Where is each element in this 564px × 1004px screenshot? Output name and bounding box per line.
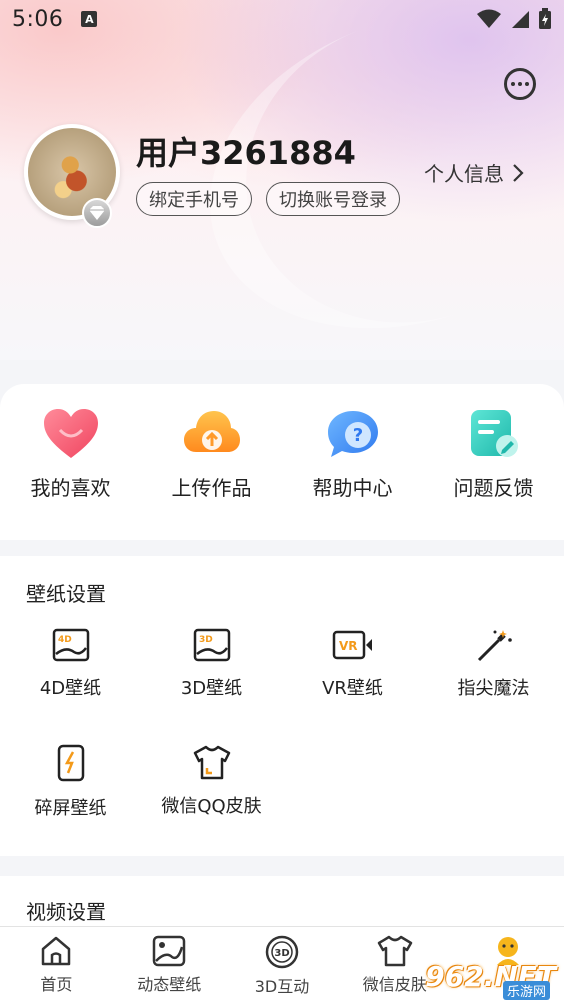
tab-label: 动态壁纸 [137, 975, 202, 994]
wallpaper-item-label: 碎屏壁纸 [34, 798, 107, 819]
wifi-icon [477, 9, 501, 28]
message-button[interactable] [504, 68, 536, 100]
wallpaper-vr[interactable]: VR VR壁纸 [282, 628, 423, 744]
help-bubble-icon: ? [327, 411, 378, 457]
magic-wand-icon [477, 630, 512, 662]
quick-action-feedback[interactable]: 问题反馈 [423, 384, 564, 540]
bind-phone-button[interactable]: 绑定手机号 [136, 182, 252, 216]
section-title: 壁纸设置 [26, 582, 106, 606]
4d-wallpaper-icon: 4D [52, 628, 89, 662]
wallpaper-broken-screen[interactable]: 碎屏壁纸 [0, 744, 141, 860]
badge-text: 3D [199, 635, 213, 645]
chat-dot [511, 82, 515, 86]
watermark-sub: 乐游网 [502, 981, 550, 1000]
status-bar: 5:06 A [0, 0, 564, 38]
tab-home[interactable]: 首页 [0, 927, 113, 1004]
profile-info-label: 个人信息 [424, 162, 504, 186]
wallpaper-wechat-qq-skin[interactable]: 微信QQ皮肤 [141, 744, 282, 860]
quick-action-favorites[interactable]: 我的喜欢 [0, 384, 141, 540]
wallpaper-4d[interactable]: 4D 4D壁纸 [0, 628, 141, 744]
quick-action-label: 问题反馈 [453, 476, 534, 500]
username: 用户3261884 [136, 134, 356, 172]
tab-label: 首页 [40, 975, 73, 994]
quick-action-label: 上传作品 [171, 476, 252, 500]
3d-wallpaper-icon: 3D [193, 628, 230, 662]
section-title: 视频设置 [26, 900, 106, 924]
notification-icon: A [81, 11, 98, 27]
chevron-right-icon [513, 163, 524, 182]
tab-3d-interact[interactable]: 3D 3D互动 [226, 927, 339, 1004]
status-time: 5:06 [12, 6, 64, 32]
home-icon [42, 936, 71, 966]
signal-icon [512, 11, 529, 28]
battery-icon [539, 8, 551, 29]
chat-dot [525, 82, 529, 86]
tshirt-icon [193, 745, 230, 780]
svg-text:?: ? [352, 425, 362, 446]
broken-screen-icon [57, 744, 84, 782]
badge-text: 3D [274, 948, 289, 959]
wallpaper-settings-card: 壁纸设置 4D 4D壁纸 3D 3D壁纸 VR VR壁纸 指尖魔法 碎屏壁纸 微… [0, 556, 564, 856]
quick-action-label: 帮助中心 [312, 476, 393, 500]
wallpaper-item-label: VR壁纸 [322, 678, 383, 699]
site-watermark: 962.NET 乐游网 [404, 952, 556, 1000]
cloud-upload-icon [183, 411, 240, 452]
3d-interact-icon: 3D [265, 935, 299, 969]
vr-wallpaper-icon: VR [332, 630, 372, 660]
diamond-badge-icon [82, 198, 112, 228]
quick-action-upload[interactable]: 上传作品 [141, 384, 282, 540]
wallpaper-item-label: 3D壁纸 [180, 678, 243, 699]
dynamic-wallpaper-icon [152, 935, 186, 967]
badge-text: 4D [58, 635, 72, 645]
switch-account-button[interactable]: 切换账号登录 [266, 182, 400, 216]
badge-text: VR [339, 639, 358, 653]
wallpaper-item-label: 4D壁纸 [39, 678, 102, 699]
tab-label: 3D互动 [254, 977, 310, 996]
chat-dot [518, 82, 522, 86]
wallpaper-item-label: 指尖魔法 [457, 678, 530, 699]
quick-action-label: 我的喜欢 [30, 476, 111, 500]
quick-action-help[interactable]: ? 帮助中心 [282, 384, 423, 540]
wallpaper-fingertip-magic[interactable]: 指尖魔法 [423, 628, 564, 744]
heart-icon [43, 409, 98, 458]
feedback-note-icon [470, 410, 518, 457]
quick-actions-card: 我的喜欢 上传作品 ? 帮助中心 问题反馈 [0, 384, 564, 540]
wallpaper-3d[interactable]: 3D 3D壁纸 [141, 628, 282, 744]
profile-info-link[interactable]: 个人信息 [424, 158, 524, 187]
wallpaper-item-label: 微信QQ皮肤 [161, 796, 262, 817]
tab-dynamic-wallpaper[interactable]: 动态壁纸 [113, 927, 226, 1004]
